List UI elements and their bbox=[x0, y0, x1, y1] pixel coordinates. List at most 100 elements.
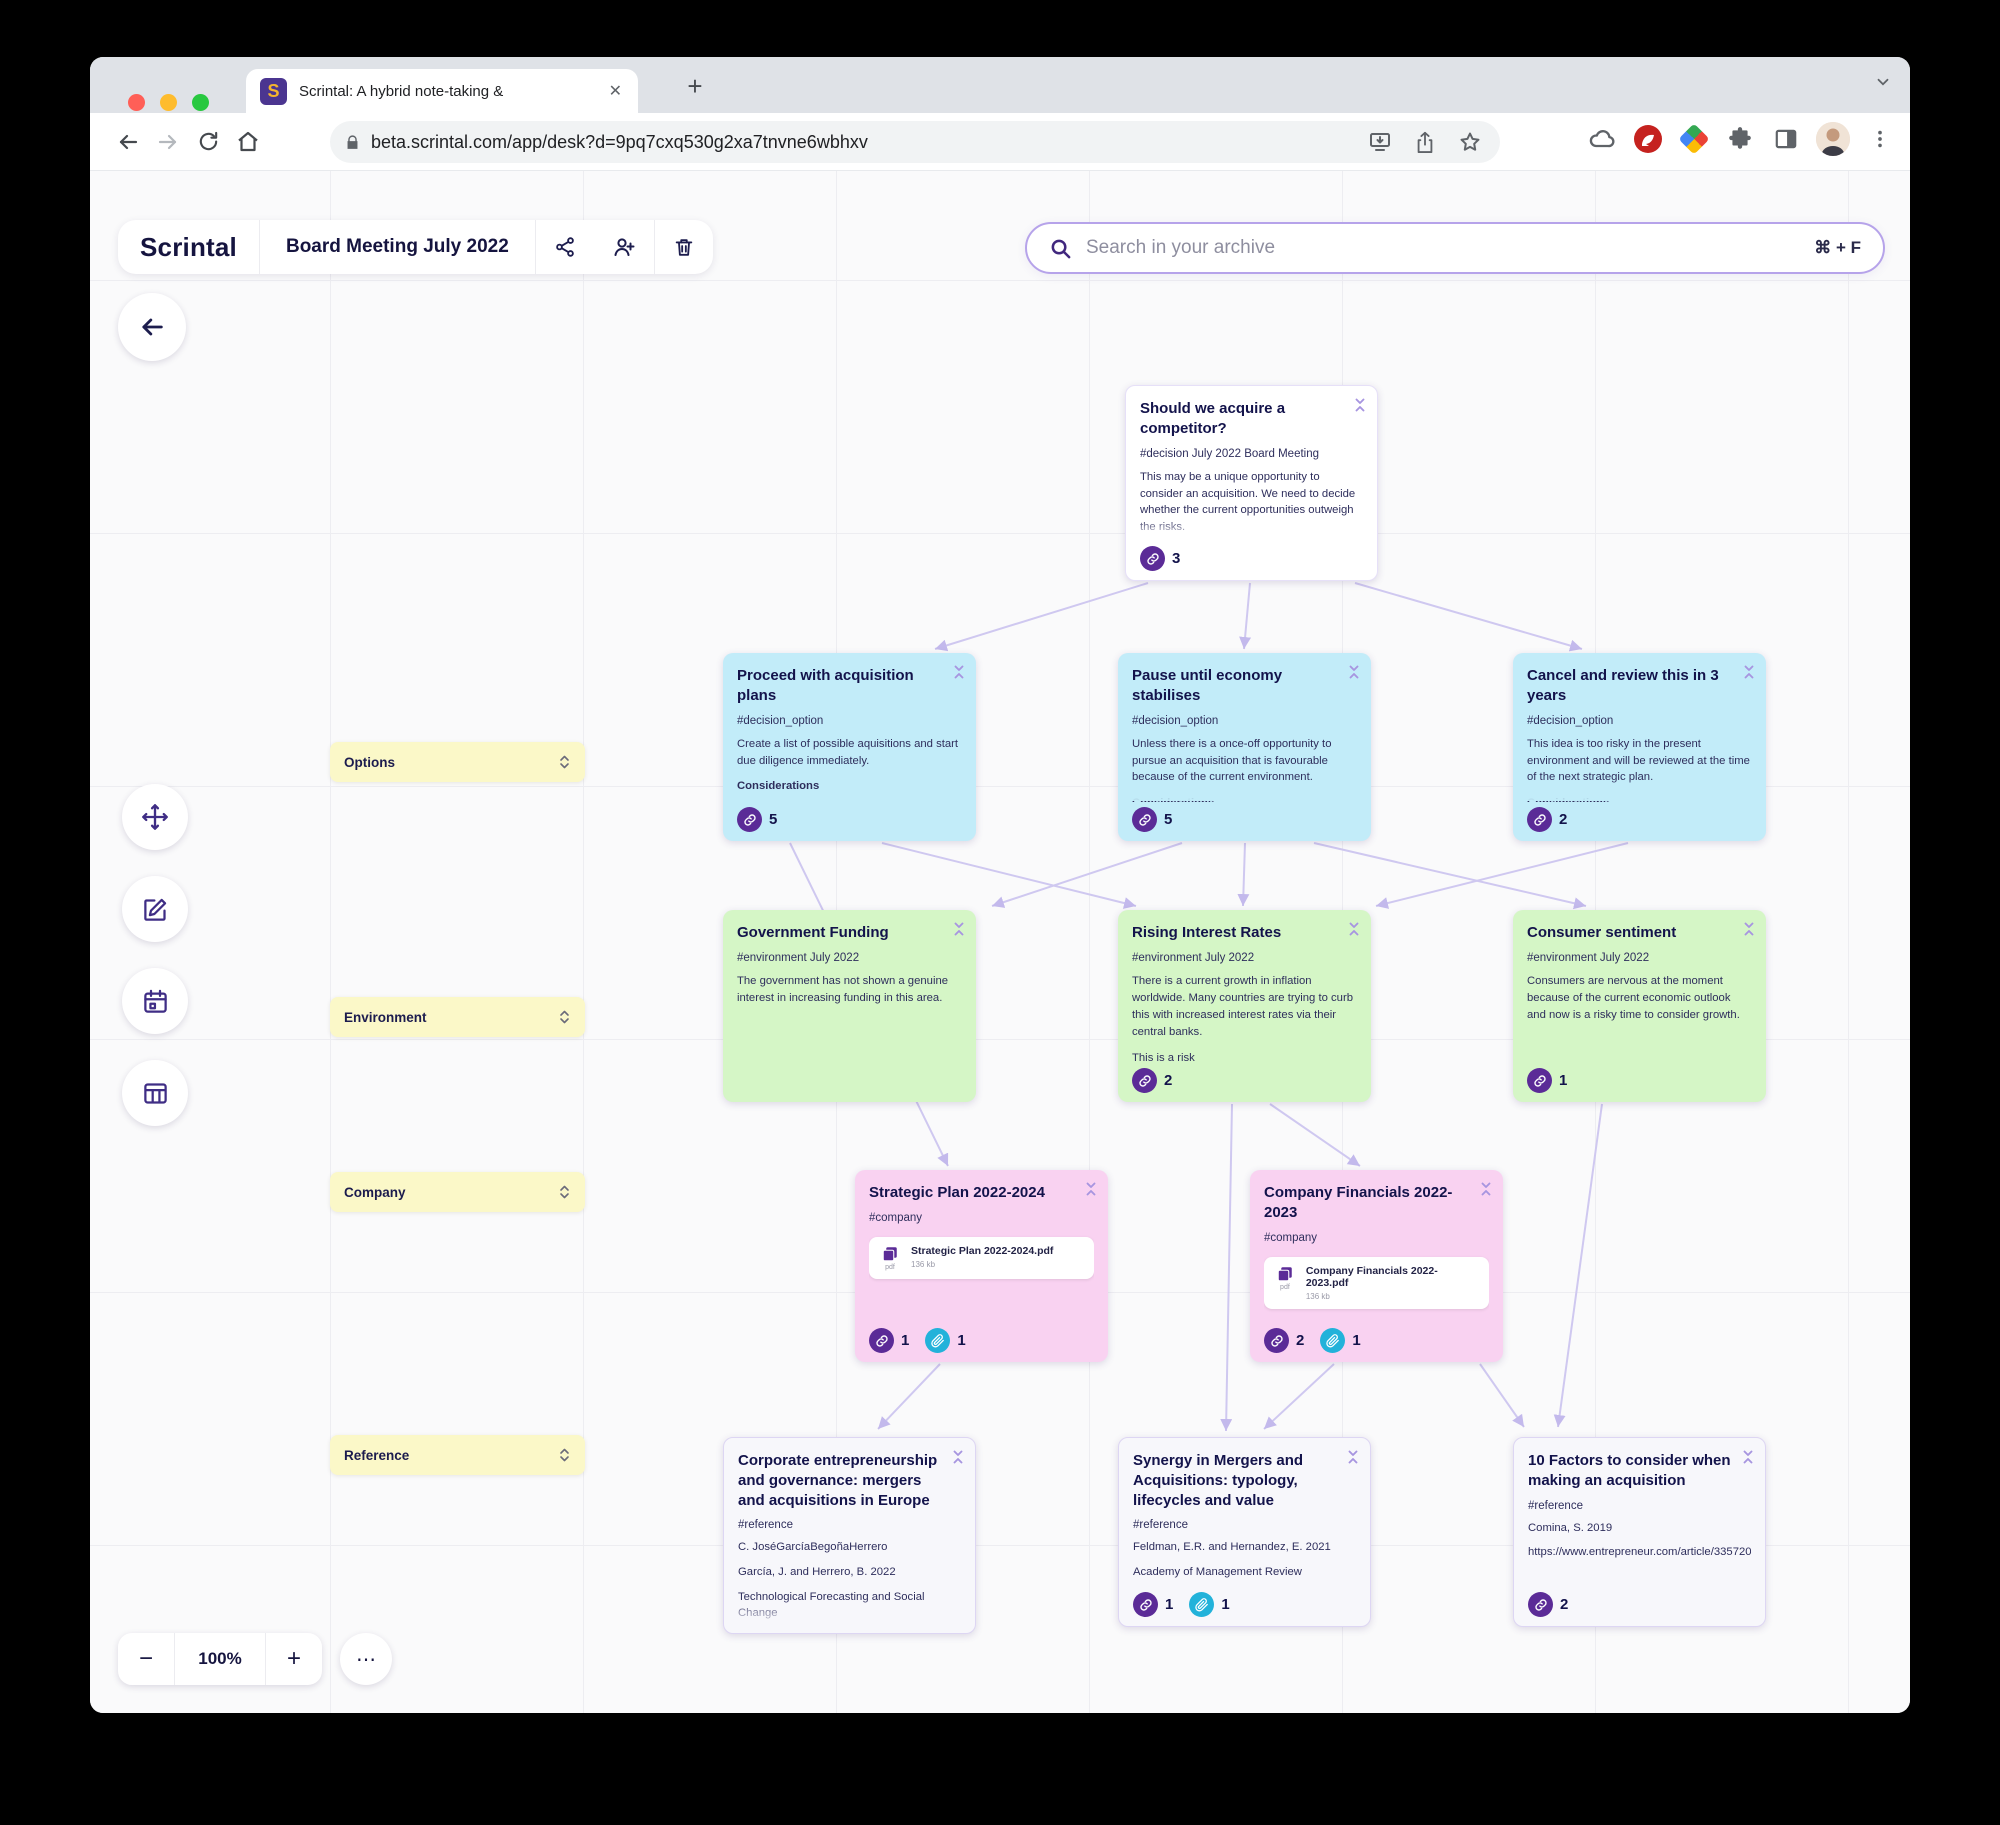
collapse-icon[interactable] bbox=[1083, 1180, 1099, 1198]
card-reference-corporate[interactable]: Corporate entrepreneurship and governanc… bbox=[723, 1437, 976, 1634]
links-badge[interactable] bbox=[1527, 1068, 1552, 1093]
extensions-puzzle-icon[interactable] bbox=[1724, 123, 1756, 155]
card-tag: #decision_option bbox=[1527, 715, 1752, 727]
link-icon bbox=[743, 813, 757, 827]
card-pause[interactable]: Pause until economy stabilises #decision… bbox=[1118, 653, 1371, 841]
new-note-tool-button[interactable] bbox=[122, 876, 188, 942]
reload-icon[interactable] bbox=[188, 122, 228, 162]
browser-tab[interactable]: S Scrintal: A hybrid note-taking & ✕ bbox=[246, 69, 638, 113]
card-rising-interest-rates[interactable]: Rising Interest Rates #environment July … bbox=[1118, 910, 1371, 1102]
links-badge[interactable] bbox=[1132, 1068, 1157, 1093]
links-badge[interactable] bbox=[1132, 807, 1157, 832]
collapse-icon[interactable] bbox=[951, 920, 967, 938]
canvas-more-button[interactable]: ⋯ bbox=[340, 1633, 392, 1685]
zoom-in-button[interactable]: + bbox=[266, 1633, 322, 1685]
board-title[interactable]: Board Meeting July 2022 bbox=[260, 236, 535, 258]
forward-icon[interactable] bbox=[148, 122, 188, 162]
card-reference-synergy[interactable]: Synergy in Mergers and Acquisitions: typ… bbox=[1118, 1437, 1371, 1627]
scrintal-logo[interactable]: Scrintal bbox=[140, 232, 237, 263]
move-tool-button[interactable] bbox=[122, 784, 188, 850]
card-body: The government has not shown a genuine i… bbox=[737, 973, 962, 1007]
invite-user-button[interactable] bbox=[594, 220, 654, 274]
links-count: 2 bbox=[1164, 1072, 1172, 1089]
archive-search[interactable]: ⌘ + F bbox=[1025, 222, 1885, 274]
attachments-count: 1 bbox=[1352, 1332, 1360, 1349]
board-view-tool-button[interactable] bbox=[122, 1060, 188, 1126]
card-cancel[interactable]: Cancel and review this in 3 years #decis… bbox=[1513, 653, 1766, 841]
collapse-icon[interactable] bbox=[1346, 663, 1362, 681]
collapse-icon[interactable] bbox=[1345, 1448, 1361, 1466]
updown-icon bbox=[558, 1184, 571, 1200]
url-bar[interactable]: beta.scrintal.com/app/desk?d=9pq7cxq530g… bbox=[330, 121, 1500, 163]
card-tag: #decision July 2022 Board Meeting bbox=[1140, 448, 1363, 460]
card-company-financials[interactable]: Company Financials 2022-2023 #company pd… bbox=[1250, 1170, 1503, 1362]
zoom-out-button[interactable]: − bbox=[118, 1633, 174, 1685]
card-tag: #decision_option bbox=[737, 715, 962, 727]
side-panel-icon[interactable] bbox=[1770, 123, 1802, 155]
card-title: Pause until economy stabilises bbox=[1132, 666, 1357, 706]
group-label-options[interactable]: Options bbox=[330, 742, 585, 782]
attachment-file[interactable]: pdf Strategic Plan 2022-2024.pdf 136 kb bbox=[869, 1237, 1094, 1279]
calendar-tool-button[interactable] bbox=[122, 968, 188, 1034]
browser-toolbar: beta.scrintal.com/app/desk?d=9pq7cxq530g… bbox=[90, 113, 1910, 171]
links-count: 2 bbox=[1559, 811, 1567, 828]
share-board-button[interactable] bbox=[536, 220, 594, 274]
tab-close-icon[interactable]: ✕ bbox=[607, 81, 624, 101]
card-title: Strategic Plan 2022-2024 bbox=[869, 1183, 1094, 1203]
links-badge[interactable] bbox=[1527, 807, 1552, 832]
card-decision[interactable]: Should we acquire a competitor? #decisio… bbox=[1125, 385, 1378, 581]
pdf-file-icon bbox=[881, 1245, 899, 1263]
card-tag: #environment July 2022 bbox=[737, 952, 962, 964]
collapse-icon[interactable] bbox=[1741, 920, 1757, 938]
card-title: 10 Factors to consider when making an ac… bbox=[1528, 1451, 1751, 1491]
attachment-file[interactable]: pdf Company Financials 2022-2023.pdf 136… bbox=[1264, 1257, 1489, 1309]
link-icon bbox=[1139, 1598, 1153, 1612]
browser-menu-icon[interactable] bbox=[1864, 123, 1896, 155]
collapse-icon[interactable] bbox=[951, 663, 967, 681]
home-icon[interactable] bbox=[228, 122, 268, 162]
search-input[interactable] bbox=[1086, 237, 1814, 259]
group-label-company[interactable]: Company bbox=[330, 1172, 585, 1212]
share-icon[interactable] bbox=[1414, 130, 1436, 154]
zoom-level[interactable]: 100% bbox=[174, 1633, 266, 1685]
diamond-extension-icon[interactable] bbox=[1678, 123, 1710, 155]
attachments-badge[interactable] bbox=[1189, 1592, 1214, 1617]
links-badge[interactable] bbox=[1133, 1592, 1158, 1617]
links-badge[interactable] bbox=[869, 1328, 894, 1353]
card-title: Should we acquire a competitor? bbox=[1140, 399, 1363, 439]
card-strategic-plan[interactable]: Strategic Plan 2022-2024 #company pdf St… bbox=[855, 1170, 1108, 1362]
group-label-reference[interactable]: Reference bbox=[330, 1435, 585, 1475]
links-badge[interactable] bbox=[1140, 546, 1165, 571]
card-proceed[interactable]: Proceed with acquisition plans #decision… bbox=[723, 653, 976, 841]
card-reference-10-factors[interactable]: 10 Factors to consider when making an ac… bbox=[1513, 1437, 1766, 1627]
bookmark-star-icon[interactable] bbox=[1458, 130, 1482, 154]
close-window-button[interactable] bbox=[128, 94, 145, 111]
group-label-environment[interactable]: Environment bbox=[330, 997, 585, 1037]
collapse-icon[interactable] bbox=[1740, 1448, 1756, 1466]
attachments-badge[interactable] bbox=[925, 1328, 950, 1353]
cloud-extension-icon[interactable] bbox=[1586, 123, 1618, 155]
back-icon[interactable] bbox=[108, 122, 148, 162]
links-badge[interactable] bbox=[737, 807, 762, 832]
install-app-icon[interactable] bbox=[1368, 130, 1392, 154]
tab-search-chevron-icon[interactable] bbox=[1874, 73, 1892, 91]
links-badge[interactable] bbox=[1528, 1592, 1553, 1617]
minimize-window-button[interactable] bbox=[160, 94, 177, 111]
delete-board-button[interactable] bbox=[655, 220, 713, 274]
attachments-badge[interactable] bbox=[1320, 1328, 1345, 1353]
collapse-icon[interactable] bbox=[1352, 396, 1368, 414]
card-consumer-sentiment[interactable]: Consumer sentiment #environment July 202… bbox=[1513, 910, 1766, 1102]
canvas-back-button[interactable] bbox=[118, 293, 186, 361]
collapse-icon[interactable] bbox=[1741, 663, 1757, 681]
card-government-funding[interactable]: Government Funding #environment July 202… bbox=[723, 910, 976, 1102]
profile-avatar[interactable] bbox=[1816, 122, 1850, 156]
fullscreen-window-button[interactable] bbox=[192, 94, 209, 111]
collapse-icon[interactable] bbox=[950, 1448, 966, 1466]
collapse-icon[interactable] bbox=[1478, 1180, 1494, 1198]
file-type-label: pdf bbox=[885, 1264, 895, 1271]
links-badge[interactable] bbox=[1264, 1328, 1289, 1353]
red-extension-icon[interactable] bbox=[1632, 123, 1664, 155]
collapse-icon[interactable] bbox=[1346, 920, 1362, 938]
scrintal-canvas[interactable]: Scrintal Board Meeting July 2022 ⌘ + F bbox=[90, 171, 1910, 1713]
new-tab-button[interactable]: + bbox=[678, 69, 712, 103]
